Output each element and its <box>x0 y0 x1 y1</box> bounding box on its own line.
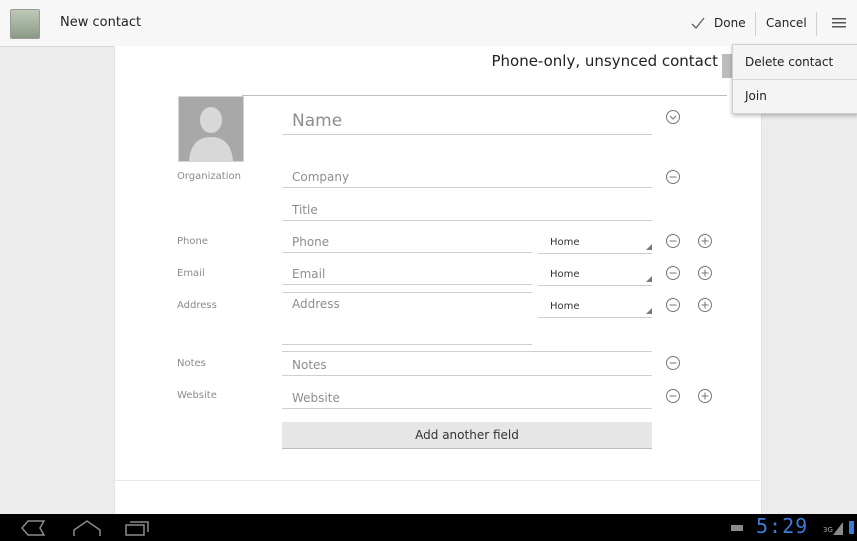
name-placeholder: Name <box>292 111 343 131</box>
menu-item-delete-contact[interactable]: Delete contact <box>733 45 857 79</box>
keyboard-icon <box>731 525 743 531</box>
action-bar-title: New contact <box>60 15 142 30</box>
company-field[interactable]: Company <box>282 166 652 188</box>
website-label: Website <box>177 390 217 401</box>
back-icon[interactable] <box>18 519 46 537</box>
person-silhouette-icon <box>189 107 233 161</box>
phone-type-spinner[interactable]: Home <box>538 231 652 254</box>
phone-field[interactable]: Phone <box>282 231 532 253</box>
overflow-menu-icon <box>832 18 846 28</box>
signal-icon <box>833 522 843 535</box>
account-header-title: Phone-only, unsynced contact <box>491 52 718 70</box>
spinner-arrow-icon <box>646 244 652 250</box>
add-circle-icon[interactable] <box>697 233 713 249</box>
website-field[interactable]: Website <box>282 386 652 409</box>
address-placeholder: Address <box>292 297 340 311</box>
add-circle-icon[interactable] <box>697 265 713 281</box>
cancel-label: Cancel <box>766 16 807 30</box>
spinner-arrow-icon <box>646 308 652 314</box>
notes-placeholder: Notes <box>292 358 327 372</box>
action-bar: New contact Done Cancel <box>0 0 857 47</box>
address-type-spinner[interactable]: Home <box>538 295 652 318</box>
remove-circle-icon[interactable] <box>665 355 681 371</box>
phone-placeholder: Phone <box>292 235 330 249</box>
card-bottom-divider <box>114 480 760 481</box>
address-label: Address <box>177 300 217 311</box>
email-label: Email <box>177 268 205 279</box>
menu-item-label: Join <box>745 89 767 103</box>
action-divider <box>816 12 817 36</box>
header-divider <box>242 95 727 96</box>
contact-photo[interactable] <box>178 96 244 162</box>
add-circle-icon[interactable] <box>697 297 713 313</box>
add-another-field-label: Add another field <box>415 428 519 442</box>
spinner-arrow-icon <box>646 276 652 282</box>
notes-label: Notes <box>177 358 206 369</box>
title-field[interactable]: Title <box>282 199 652 221</box>
recent-apps-icon[interactable] <box>124 519 150 537</box>
overflow-menu-button[interactable] <box>823 8 855 38</box>
email-type-value: Home <box>550 269 580 280</box>
remove-circle-icon[interactable] <box>665 233 681 249</box>
done-button[interactable]: Done <box>684 8 752 38</box>
phone-type-value: Home <box>550 237 580 248</box>
cancel-button[interactable]: Cancel <box>760 8 812 38</box>
remove-circle-icon[interactable] <box>665 169 681 185</box>
organization-label: Organization <box>177 171 241 182</box>
remove-circle-icon[interactable] <box>665 297 681 313</box>
email-placeholder: Email <box>292 267 326 281</box>
remove-circle-icon[interactable] <box>665 265 681 281</box>
title-placeholder: Title <box>292 203 318 217</box>
remove-circle-icon[interactable] <box>665 388 681 404</box>
expand-circle-icon[interactable] <box>665 109 681 125</box>
phone-label: Phone <box>177 236 208 247</box>
address-type-value: Home <box>550 301 580 312</box>
account-icon <box>722 54 732 78</box>
contacts-app-icon[interactable] <box>10 9 40 39</box>
email-field[interactable]: Email <box>282 263 532 285</box>
name-field[interactable]: Name <box>282 100 652 135</box>
battery-icon <box>849 521 854 534</box>
company-placeholder: Company <box>292 170 350 184</box>
notes-field[interactable]: Notes <box>282 352 652 376</box>
overflow-menu: Delete contact Join <box>732 44 857 114</box>
add-circle-icon[interactable] <box>697 388 713 404</box>
menu-item-join[interactable]: Join <box>733 80 857 114</box>
add-another-field-button[interactable]: Add another field <box>282 422 652 449</box>
action-divider <box>755 12 756 36</box>
home-icon[interactable] <box>72 518 102 538</box>
done-label: Done <box>714 16 746 30</box>
system-bar: 5:29 3G <box>0 514 857 541</box>
check-icon <box>691 17 705 30</box>
clock: 5:29 <box>756 514 809 538</box>
email-type-spinner[interactable]: Home <box>538 263 652 286</box>
address-field[interactable]: Address <box>282 293 532 345</box>
website-placeholder: Website <box>292 391 340 405</box>
menu-item-label: Delete contact <box>745 55 834 69</box>
